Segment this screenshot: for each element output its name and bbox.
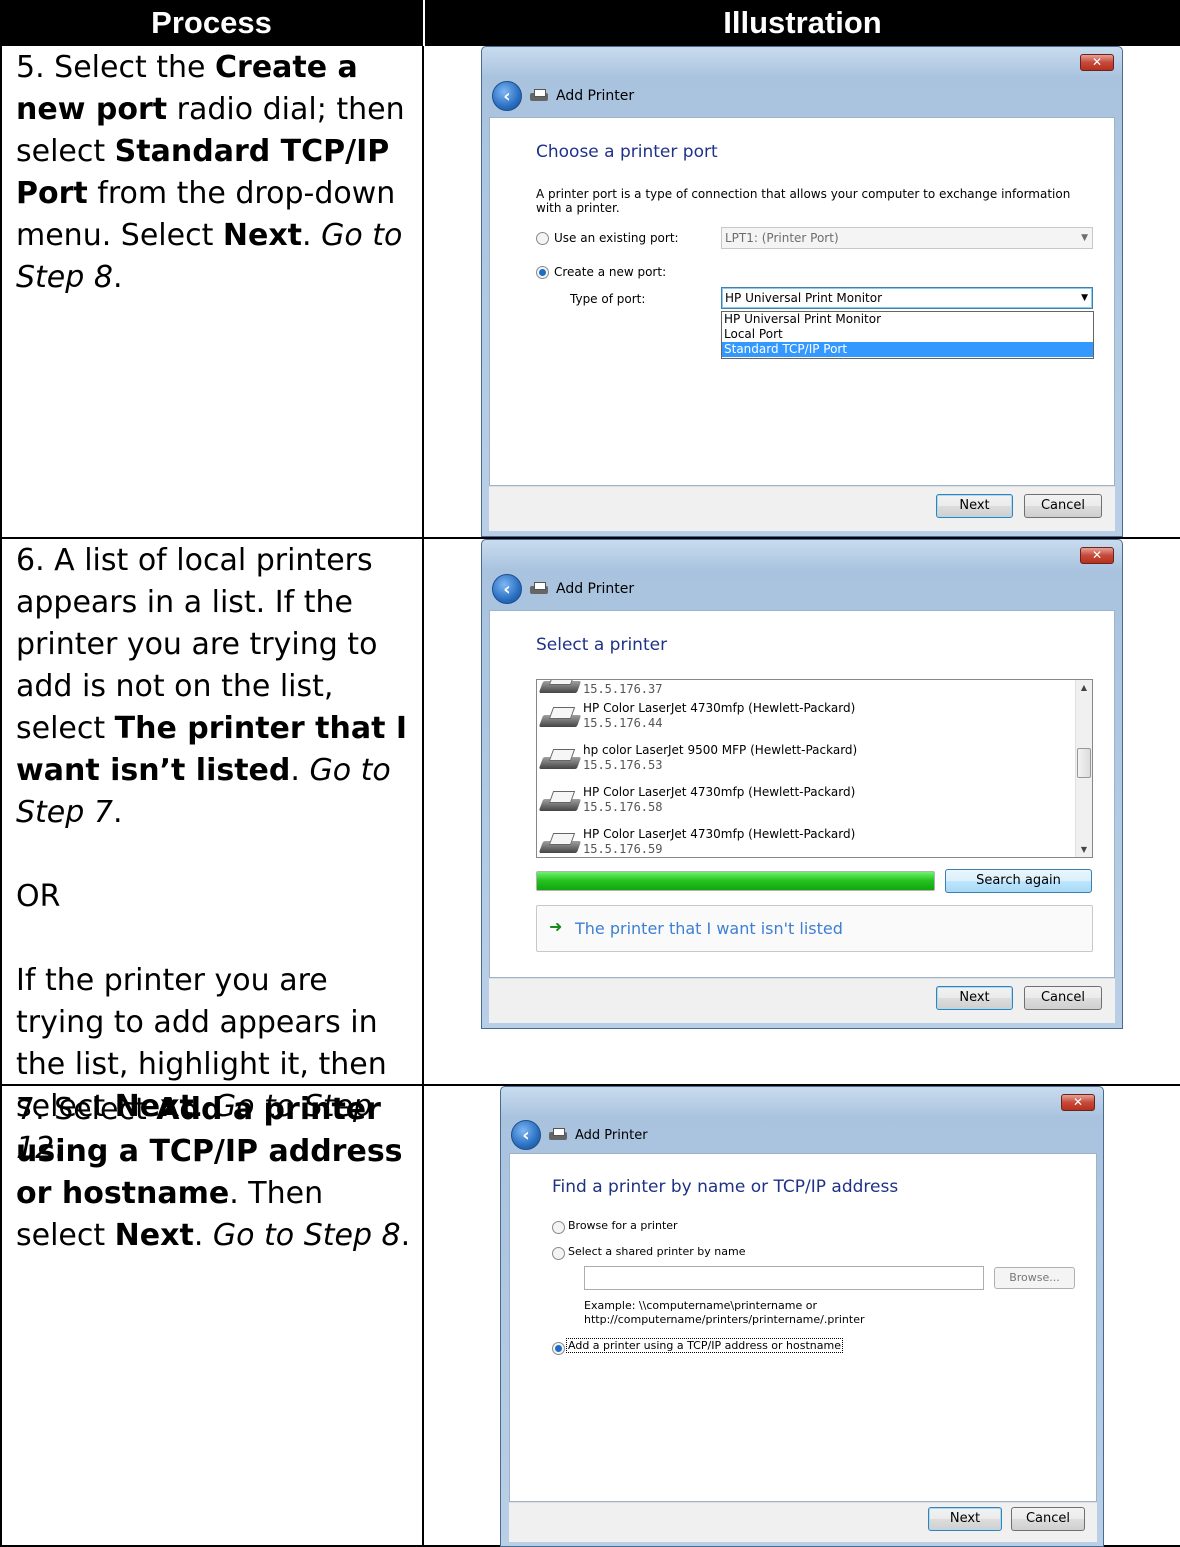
example-line-1: Example: \\computername\printername or bbox=[584, 1299, 817, 1312]
example-line-2: http://computername/printers/printername… bbox=[584, 1313, 865, 1326]
description-text: A printer port is a type of connection t… bbox=[536, 187, 1071, 215]
progress-fill bbox=[537, 872, 934, 890]
cancel-button[interactable]: Cancel bbox=[1011, 1507, 1085, 1531]
step7-paragraph: 7. Select Add a printer using a TCP/IP a… bbox=[16, 1092, 411, 1253]
step6-or: OR bbox=[16, 879, 61, 914]
search-progress-bar bbox=[536, 871, 935, 891]
page-heading: Choose a printer port bbox=[536, 142, 718, 162]
cancel-button[interactable]: Cancel bbox=[1024, 986, 1102, 1010]
create-new-port-radio[interactable] bbox=[536, 266, 549, 279]
browse-printer-label: Browse for a printer bbox=[568, 1219, 678, 1232]
printer-ip: 15.5.176.37 bbox=[583, 682, 663, 696]
search-again-button[interactable]: Search again bbox=[945, 869, 1092, 893]
titlebar: ‹ Add Printer bbox=[511, 1120, 648, 1150]
printer-ip: 15.5.176.53 bbox=[583, 758, 663, 772]
vertical-scrollbar[interactable]: ▲ ▼ bbox=[1075, 680, 1092, 857]
chevron-down-icon: ▼ bbox=[1081, 293, 1088, 303]
titlebar: ‹ Add Printer bbox=[492, 574, 634, 604]
process-cell-step7: 7. Select Add a printer using a TCP/IP a… bbox=[16, 1089, 411, 1257]
printer-icon bbox=[549, 1128, 567, 1142]
add-printer-window-select: ✕ ‹ Add Printer Select a printer 15.5.17… bbox=[481, 539, 1123, 1029]
printer-icon bbox=[541, 791, 579, 813]
browse-button[interactable]: Browse... bbox=[994, 1267, 1075, 1289]
printer-icon bbox=[530, 89, 548, 103]
scroll-up-icon[interactable]: ▲ bbox=[1076, 683, 1092, 692]
column-header-process: Process bbox=[0, 0, 423, 46]
browse-printer-radio[interactable] bbox=[552, 1221, 565, 1234]
next-button[interactable]: Next bbox=[928, 1507, 1002, 1531]
cancel-button[interactable]: Cancel bbox=[1024, 494, 1102, 518]
list-item[interactable]: HP Color LaserJet 4730mfp (Hewlett-Packa… bbox=[537, 697, 1072, 739]
printer-icon bbox=[541, 833, 579, 855]
scroll-down-icon[interactable]: ▼ bbox=[1076, 845, 1092, 854]
create-new-port-label: Create a new port: bbox=[554, 265, 667, 279]
printer-name: HP Color LaserJet 4730mfp (Hewlett-Packa… bbox=[583, 827, 856, 841]
printer-name: HP Color LaserJet 4730mfp (Hewlett-Packa… bbox=[583, 701, 856, 715]
option-local-port[interactable]: Local Port bbox=[722, 327, 1093, 342]
back-arrow-icon[interactable]: ‹ bbox=[511, 1120, 541, 1150]
arrow-right-icon: ➜ bbox=[549, 917, 563, 936]
close-icon[interactable]: ✕ bbox=[1061, 1094, 1095, 1111]
printer-icon bbox=[530, 582, 548, 596]
step6-paragraph: 6. A list of local printers appears in a… bbox=[16, 543, 408, 830]
printer-ip: 15.5.176.58 bbox=[583, 800, 663, 814]
wizard-footer: Next Cancel bbox=[489, 486, 1115, 531]
printer-ip: 15.5.176.44 bbox=[583, 716, 663, 730]
option-standard-tcpip[interactable]: Standard TCP/IP Port bbox=[722, 342, 1093, 357]
page-heading: Find a printer by name or TCP/IP address bbox=[552, 1177, 899, 1197]
wizard-footer: Next Cancel bbox=[489, 978, 1115, 1023]
printer-icon bbox=[541, 680, 579, 695]
tcpip-radio[interactable] bbox=[552, 1342, 565, 1355]
table-border-left bbox=[0, 46, 2, 1547]
process-cell-step6: 6. A list of local printers appears in a… bbox=[16, 540, 416, 1170]
printer-icon bbox=[541, 707, 579, 729]
use-existing-port-label: Use an existing port: bbox=[554, 231, 679, 245]
column-header-illustration: Illustration bbox=[425, 0, 1180, 46]
step5-paragraph: 5. Select the Create a new port radio di… bbox=[16, 50, 405, 295]
use-existing-port-radio[interactable] bbox=[536, 232, 549, 245]
not-listed-text[interactable]: The printer that I want isn't listed bbox=[575, 919, 843, 938]
back-arrow-icon[interactable]: ‹ bbox=[492, 574, 522, 604]
port-type-value: HP Universal Print Monitor bbox=[725, 291, 883, 305]
add-printer-window-port: ✕ ‹ Add Printer Choose a printer port A … bbox=[481, 46, 1123, 537]
port-type-options: HP Universal Print Monitor Local Port St… bbox=[721, 311, 1094, 359]
titlebar: ‹ Add Printer bbox=[492, 81, 634, 111]
shared-printer-radio[interactable] bbox=[552, 1247, 565, 1260]
printer-name: hp color LaserJet 9500 MFP (Hewlett-Pack… bbox=[583, 743, 858, 757]
list-item[interactable]: HP Color LaserJet 4730mfp (Hewlett-Packa… bbox=[537, 781, 1072, 823]
table-column-divider bbox=[422, 46, 424, 1547]
option-hp-universal[interactable]: HP Universal Print Monitor bbox=[722, 312, 1093, 327]
window-title: Add Printer bbox=[556, 88, 635, 104]
type-of-port-label: Type of port: bbox=[570, 292, 646, 306]
next-button[interactable]: Next bbox=[936, 494, 1013, 518]
existing-port-value: LPT1: (Printer Port) bbox=[725, 231, 839, 245]
shared-printer-input[interactable] bbox=[584, 1266, 984, 1290]
next-button[interactable]: Next bbox=[936, 986, 1013, 1010]
printer-name: HP Color LaserJet 4730mfp (Hewlett-Packa… bbox=[583, 785, 856, 799]
close-icon[interactable]: ✕ bbox=[1080, 54, 1114, 71]
window-title: Add Printer bbox=[556, 581, 635, 597]
add-printer-window-find: ✕ ‹ Add Printer Find a printer by name o… bbox=[500, 1086, 1104, 1547]
tcpip-label: Add a printer using a TCP/IP address or … bbox=[566, 1338, 843, 1353]
printer-icon bbox=[541, 749, 579, 771]
wizard-content: Choose a printer port A printer port is … bbox=[489, 117, 1115, 486]
wizard-content: Select a printer 15.5.176.37 HP Color La… bbox=[489, 610, 1115, 978]
not-listed-link[interactable]: ➜ The printer that I want isn't listed bbox=[536, 905, 1093, 952]
window-title: Add Printer bbox=[575, 1127, 648, 1143]
printer-ip: 15.5.176.59 bbox=[583, 842, 663, 856]
wizard-content: Find a printer by name or TCP/IP address… bbox=[509, 1153, 1097, 1502]
close-icon[interactable]: ✕ bbox=[1080, 547, 1114, 564]
back-arrow-icon[interactable]: ‹ bbox=[492, 81, 522, 111]
wizard-footer: Next Cancel bbox=[509, 1502, 1097, 1542]
list-item[interactable]: HP Color LaserJet 4730mfp (Hewlett-Packa… bbox=[537, 823, 1072, 857]
shared-printer-label: Select a shared printer by name bbox=[568, 1245, 746, 1258]
port-type-dropdown[interactable]: HP Universal Print Monitor ▼ bbox=[721, 287, 1093, 309]
chevron-down-icon: ▼ bbox=[1081, 233, 1088, 243]
process-cell-step5: 5. Select the Create a new port radio di… bbox=[16, 47, 416, 299]
list-item[interactable]: hp color LaserJet 9500 MFP (Hewlett-Pack… bbox=[537, 739, 1072, 781]
page-heading: Select a printer bbox=[536, 635, 668, 655]
printer-list[interactable]: 15.5.176.37 HP Color LaserJet 4730mfp (H… bbox=[536, 679, 1093, 858]
scroll-thumb[interactable] bbox=[1077, 748, 1091, 778]
existing-port-dropdown[interactable]: LPT1: (Printer Port) ▼ bbox=[721, 227, 1093, 249]
